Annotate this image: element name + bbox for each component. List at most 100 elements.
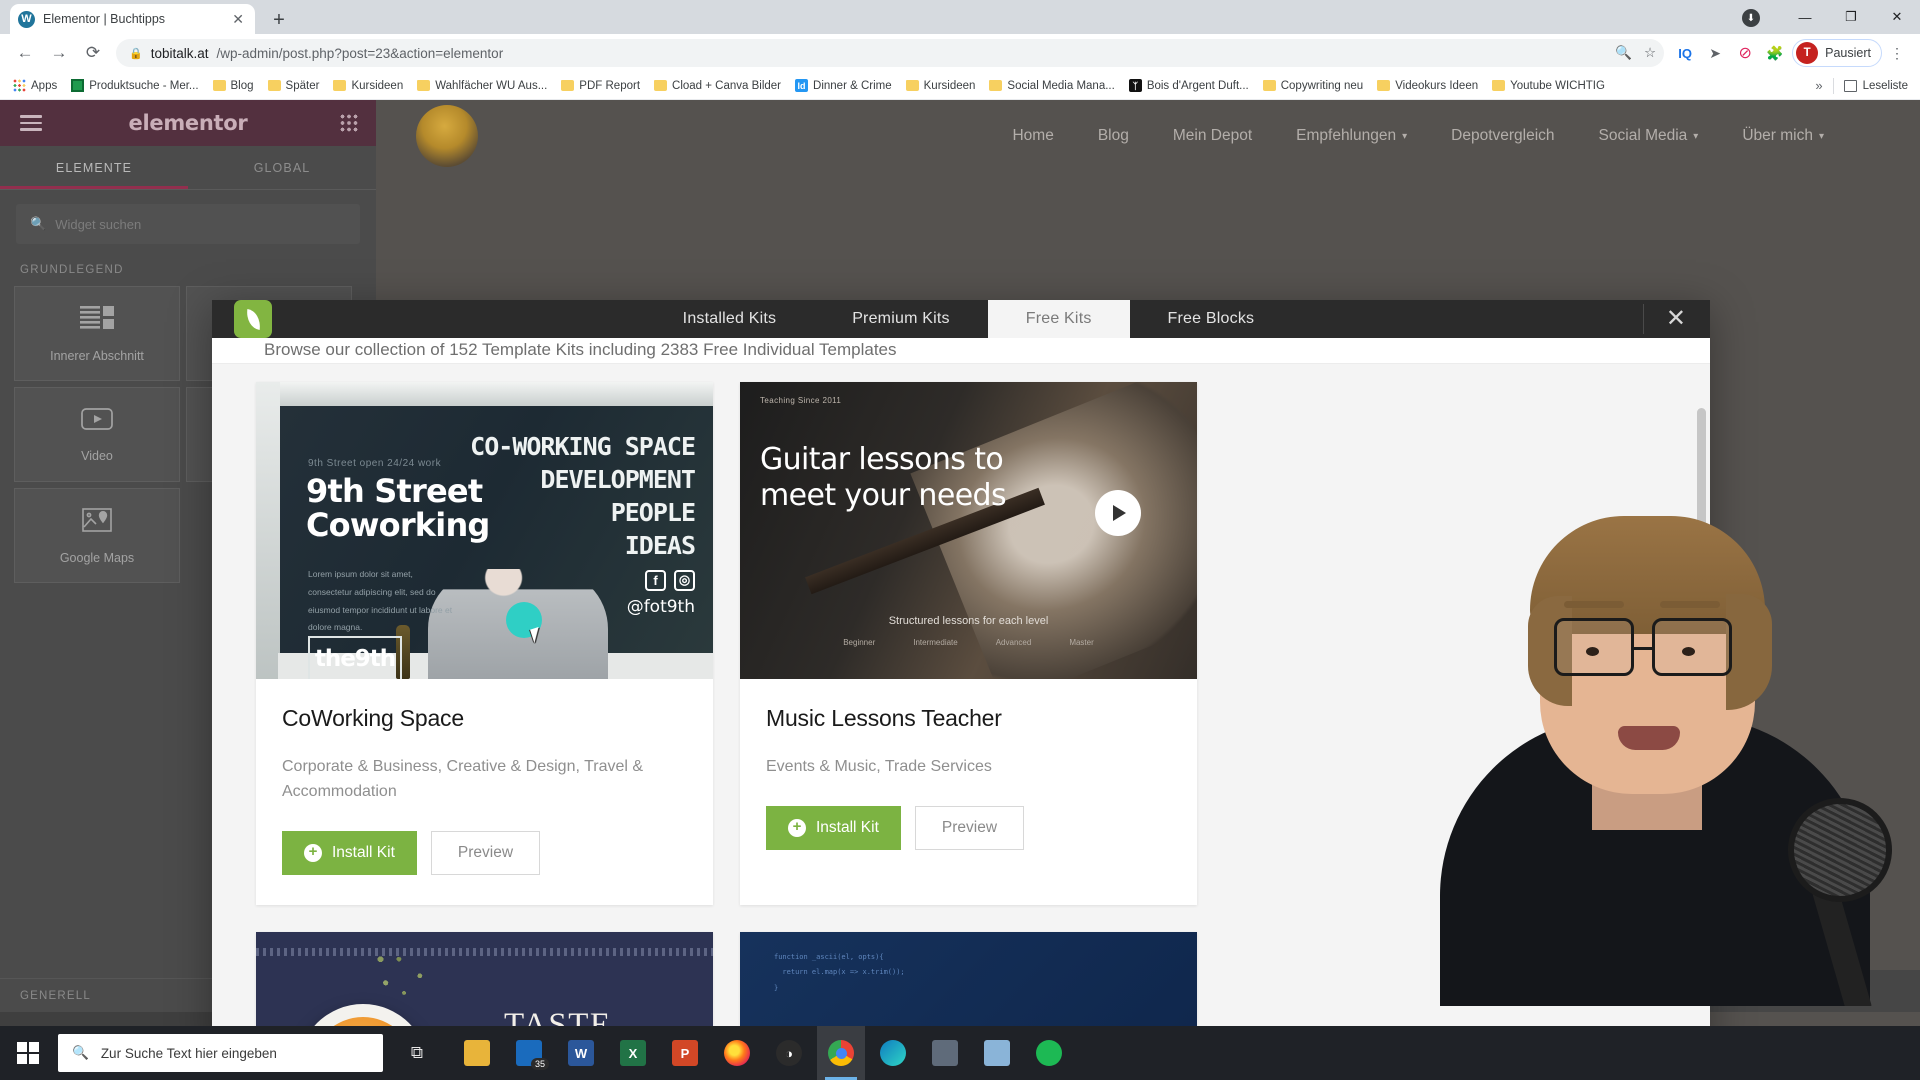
chrome-icon <box>828 1040 854 1066</box>
taskbar-edge-icon[interactable] <box>869 1026 917 1080</box>
maximize-icon[interactable]: ❐ <box>1828 0 1874 34</box>
widget-innerer-abschnitt[interactable]: Innerer Abschnitt <box>14 286 180 381</box>
address-bar[interactable]: 🔒 tobitalk.at/wp-admin/post.php?post=23&… <box>116 39 1665 67</box>
scrollbar-thumb[interactable] <box>1697 407 1706 548</box>
grid-apps-icon[interactable] <box>340 114 358 132</box>
close-icon[interactable]: ✕ <box>1874 0 1920 34</box>
close-icon[interactable]: ✕ <box>1666 307 1686 331</box>
bookmark-item[interactable]: Kursideen <box>899 74 983 98</box>
minimize-icon[interactable]: — <box>1782 0 1828 34</box>
folder-icon <box>905 80 919 91</box>
thumb-heading: Guitar lessons to meet your needs <box>760 441 1007 514</box>
kit-card[interactable]: 9th Street open 24/24 work 9th Street Cowo… <box>256 381 713 906</box>
kit-thumbnail[interactable]: Teaching Since 2011 Guitar lessons to mee… <box>740 381 1197 679</box>
taskbar-powerpoint-icon[interactable]: P <box>661 1026 709 1080</box>
plus-icon: + <box>788 818 806 837</box>
taskbar-file-explorer-icon[interactable] <box>453 1026 501 1080</box>
download-icon[interactable]: ⬇ <box>1742 9 1760 27</box>
taskbar-search-input[interactable]: 🔍 Zur Suche Text hier eingeben <box>58 1034 383 1072</box>
tab-label: Premium Kits <box>852 310 950 327</box>
site-nav-item[interactable]: Depotvergleich <box>1451 127 1554 145</box>
adblock-extension-icon[interactable]: ⊘ <box>1730 38 1760 68</box>
bookmark-label: Cload + Canva Bilder <box>672 79 782 92</box>
thumb-headline-block: CO-WORKING SPACE DEVELOPMENT PEOPLE IDEAS f ◎… <box>445 430 696 617</box>
bookmark-item[interactable]: Social Media Mana... <box>982 74 1121 98</box>
pocket-extension-icon[interactable]: ➤ <box>1700 38 1730 68</box>
instagram-icon: ◎ <box>674 569 695 591</box>
taskbar-firefox-icon[interactable] <box>713 1026 761 1080</box>
bookmark-item[interactable]: Apps <box>6 74 64 98</box>
avatar: T <box>1796 42 1819 64</box>
facebook-icon: f <box>645 569 666 591</box>
tab-free-kits[interactable]: Free Kits <box>987 300 1130 338</box>
bookmark-item[interactable]: PDF Report <box>554 74 647 98</box>
zoom-search-icon[interactable]: 🔍 <box>1615 45 1632 61</box>
bookmark-item[interactable]: Cload + Canva Bilder <box>647 74 788 98</box>
taskbar-chrome-icon[interactable] <box>817 1026 865 1080</box>
install-kit-button[interactable]: + Install Kit <box>282 831 417 876</box>
site-nav-item[interactable]: Mein Depot <box>1173 127 1252 145</box>
browser-tab[interactable]: W Elementor | Buchtipps ✕ <box>10 4 255 34</box>
preview-button[interactable]: Preview <box>914 805 1025 850</box>
bookmark-item[interactable]: Kursideen <box>326 74 410 98</box>
bookmark-item[interactable]: ᛉ Bois d'Argent Duft... <box>1122 74 1256 98</box>
kit-thumbnail[interactable]: 9th Street open 24/24 work 9th Street Cowo… <box>256 381 713 679</box>
taskbar-brave-icon[interactable]: ◑ <box>765 1026 813 1080</box>
thumb-subtitle: Structured lessons for each level <box>888 614 1049 627</box>
windows-taskbar: 🔍 Zur Suche Text hier eingeben ⧉ 35 W X P ◑ <box>0 1026 1920 1080</box>
kit-card[interactable]: Teaching Since 2011 Guitar lessons to mee… <box>740 381 1197 906</box>
close-icon[interactable]: ✕ <box>229 11 247 28</box>
windows-start-icon[interactable] <box>0 1026 56 1080</box>
taskbar-word-icon[interactable]: W <box>557 1026 605 1080</box>
iq-extension-icon[interactable]: IQ <box>1670 38 1700 68</box>
bookmark-item[interactable]: Später <box>261 74 327 98</box>
bookmark-item[interactable]: Copywriting neu <box>1256 74 1370 98</box>
bookmark-item[interactable]: Id Dinner & Crime <box>788 74 899 98</box>
site-nav-item[interactable]: Home <box>1012 127 1053 145</box>
forward-arrow-icon[interactable]: → <box>42 36 76 70</box>
taskbar-excel-icon[interactable]: X <box>609 1026 657 1080</box>
site-nav-item[interactable]: Blog <box>1098 127 1129 145</box>
bookmark-item[interactable]: Youtube WICHTIG <box>1485 74 1612 98</box>
taskbar-photos-icon[interactable] <box>921 1026 969 1080</box>
bookmark-item[interactable]: Blog <box>206 74 261 98</box>
tab-global[interactable]: GLOBAL <box>188 146 376 189</box>
widget-video[interactable]: Video <box>14 387 180 482</box>
site-nav-item[interactable]: Social Media ▾ <box>1599 127 1699 145</box>
back-arrow-icon[interactable]: ← <box>8 36 42 70</box>
spotify-icon <box>1036 1040 1062 1066</box>
new-tab-button[interactable]: + <box>265 7 293 33</box>
kits-scroll-area[interactable]: ▲ 9th Street open 24/24 work9th StreetCo… <box>212 363 1710 1050</box>
tab-installed-kits[interactable]: Installed Kits <box>645 300 815 338</box>
taskbar-app-icon[interactable] <box>973 1026 1021 1080</box>
tab-free-blocks[interactable]: Free Blocks <box>1130 300 1293 338</box>
widget-search-input[interactable]: 🔍 Widget suchen <box>16 204 360 244</box>
site-nav-item[interactable]: Über mich ▾ <box>1742 127 1824 145</box>
chevron-double-right-icon[interactable]: » <box>1815 78 1822 93</box>
install-kit-button[interactable]: + Install Kit <box>766 805 901 850</box>
kebab-menu-icon[interactable]: ⋮ <box>1882 38 1912 68</box>
reading-list-icon <box>1843 79 1857 92</box>
bookmark-item[interactable]: Produktsuche - Mer... <box>64 74 205 98</box>
star-icon[interactable]: ☆ <box>1644 45 1656 61</box>
dark-site-icon: ᛉ <box>1128 79 1142 92</box>
bookmark-item[interactable]: Wahlfächer WU Aus... <box>410 74 554 98</box>
kit-thumbnail-guitar: Teaching Since 2011 Guitar lessons to mee… <box>740 381 1197 679</box>
reading-list-button[interactable]: Leseliste <box>1843 79 1908 92</box>
profile-button[interactable]: T Pausiert <box>1792 39 1882 67</box>
taskbar-outlook-icon[interactable]: 35 <box>505 1026 553 1080</box>
taskbar-spotify-icon[interactable] <box>1025 1026 1073 1080</box>
hamburger-menu-icon[interactable] <box>20 115 42 131</box>
tab-premium-kits[interactable]: Premium Kits <box>814 300 988 338</box>
reload-icon[interactable]: ⟳ <box>76 36 110 70</box>
puzzle-extensions-icon[interactable]: 🧩 <box>1760 38 1790 68</box>
preview-button[interactable]: Preview <box>430 831 541 876</box>
widget-google-maps[interactable]: Google Maps <box>14 488 180 583</box>
site-nav-item[interactable]: Empfehlungen ▾ <box>1296 127 1407 145</box>
folder-icon <box>989 80 1003 91</box>
bookmark-item[interactable]: Videokurs Ideen <box>1370 74 1485 98</box>
tab-elemente[interactable]: ELEMENTE <box>0 146 188 189</box>
task-view-icon[interactable]: ⧉ <box>391 1026 443 1080</box>
site-nav-label: Über mich <box>1742 127 1813 144</box>
level-label: Beginner <box>843 637 876 647</box>
